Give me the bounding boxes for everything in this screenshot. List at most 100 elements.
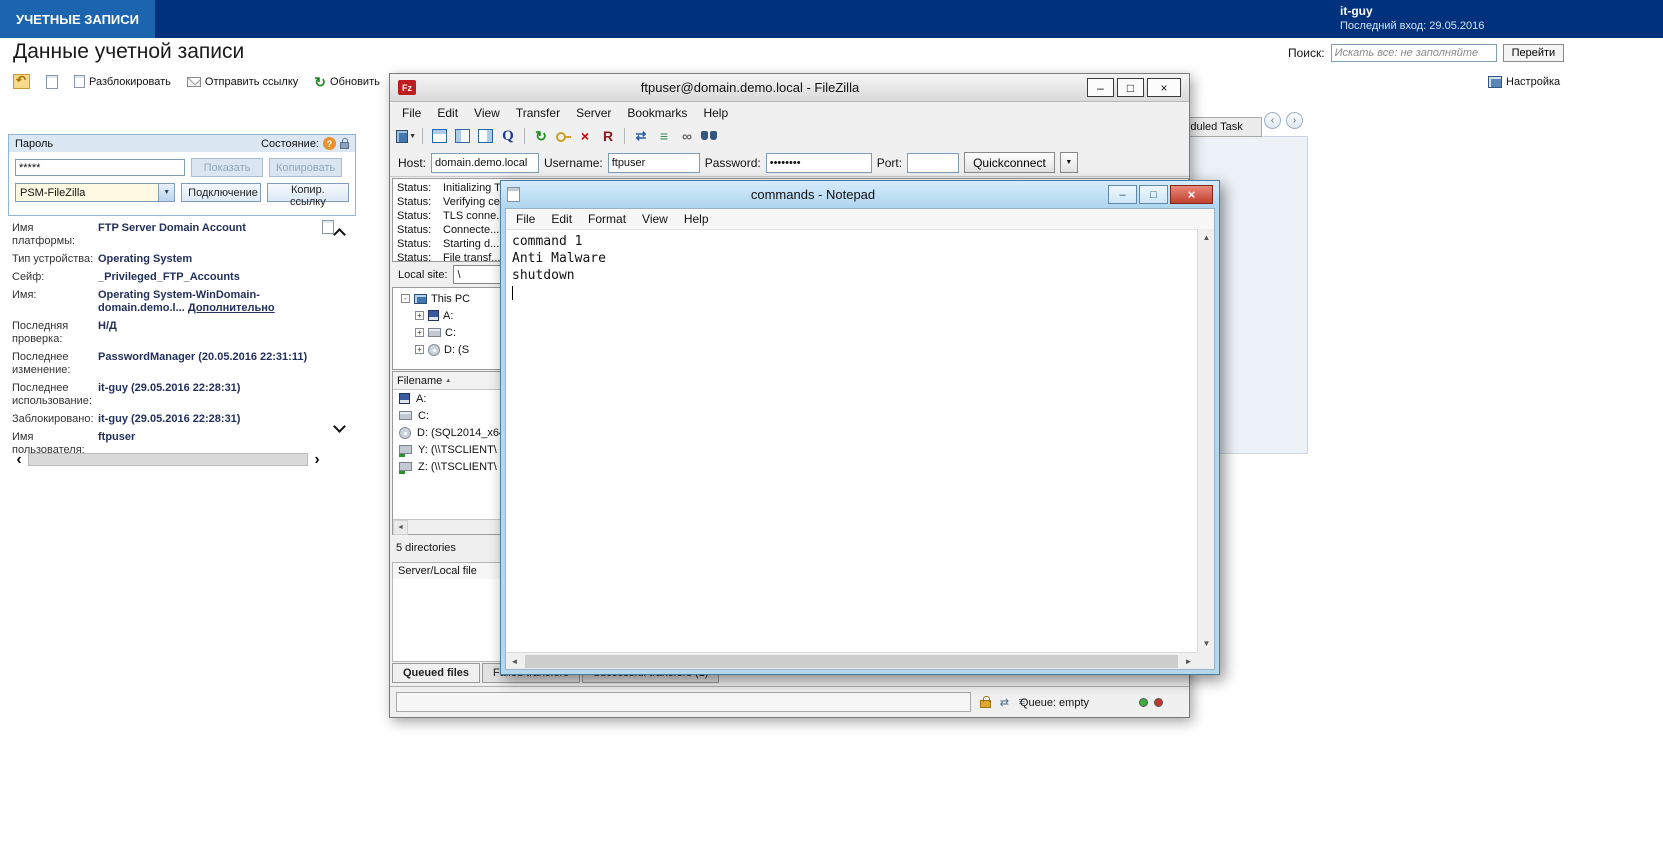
directory-comparison-icon[interactable]: ⇄	[631, 126, 651, 146]
close-button[interactable]: ×	[1170, 185, 1213, 204]
menu-file[interactable]: File	[508, 210, 543, 228]
menu-server[interactable]: Server	[568, 104, 619, 122]
expand-icon[interactable]: +	[415, 311, 424, 320]
connect-button[interactable]: Подключение	[181, 183, 261, 202]
host-label: Host:	[398, 155, 427, 170]
scroll-right-button[interactable]: ►	[1180, 653, 1197, 670]
local-tree-icon[interactable]	[452, 126, 472, 146]
notepad-titlebar[interactable]: commands - Notepad – □ ×	[501, 181, 1219, 208]
minimize-button[interactable]: –	[1087, 78, 1114, 97]
scroll-up-button[interactable]: ▲	[1198, 229, 1215, 246]
scrollbar-thumb[interactable]	[525, 654, 1178, 668]
accounts-nav-tab[interactable]: УЧЕТНЫЕ ЗАПИСИ	[0, 0, 156, 38]
synchronized-browsing-icon[interactable]: ≡	[654, 126, 674, 146]
transfer-queue-icon[interactable]: Q	[498, 126, 518, 146]
detail-row: Последнее изменение: PasswordManager (20.…	[12, 351, 308, 376]
menu-help[interactable]: Help	[695, 104, 736, 122]
copy-password-button[interactable]: Копировать	[269, 158, 343, 177]
horizontal-scrollbar[interactable]: ‹ ›	[12, 452, 324, 468]
menu-format[interactable]: Format	[580, 210, 634, 228]
detail-row: Заблокировано: it-guy (29.05.2016 22:28:3…	[12, 413, 241, 425]
menu-bookmarks[interactable]: Bookmarks	[619, 104, 695, 122]
scroll-right-button[interactable]: ›	[310, 452, 324, 468]
password-field[interactable]	[15, 159, 185, 176]
send-link-action[interactable]: Отправить ссылку	[186, 76, 298, 88]
last-login-text: Последний вход: 29.05.2016	[1340, 20, 1485, 32]
more-link[interactable]: Дополнительно	[188, 302, 275, 314]
minimize-button[interactable]: –	[1108, 185, 1137, 204]
search-input[interactable]	[1330, 44, 1497, 62]
state-label: Состояние:	[261, 137, 319, 150]
unlock-action[interactable]: Разблокировать	[74, 75, 171, 88]
search-go-button[interactable]: Перейти	[1502, 44, 1565, 62]
connection-component-select[interactable]: PSM-FileZilla ▼	[15, 183, 176, 202]
maximize-button[interactable]: □	[1139, 185, 1168, 204]
panel-prev-button[interactable]: ‹	[1264, 112, 1281, 129]
maximize-button[interactable]: □	[1117, 78, 1144, 97]
green-led-icon	[1139, 698, 1148, 707]
menu-view[interactable]: View	[466, 104, 508, 122]
scroll-down-button[interactable]	[333, 420, 346, 433]
scroll-down-button[interactable]: ▼	[1198, 635, 1215, 652]
menu-edit[interactable]: Edit	[543, 210, 580, 228]
document-icon[interactable]	[46, 74, 58, 89]
scroll-left-button[interactable]: ◄	[506, 653, 523, 670]
menu-file[interactable]: File	[394, 104, 429, 122]
quickconnect-dropdown[interactable]: ▼	[1059, 152, 1078, 173]
password-label: Password:	[704, 155, 761, 170]
collapse-icon[interactable]: -	[401, 294, 410, 303]
scroll-up-button[interactable]	[333, 228, 346, 241]
filezilla-titlebar[interactable]: Fz ftpuser@domain.demo.local - FileZilla…	[390, 74, 1189, 102]
restore-icon[interactable]	[13, 73, 30, 89]
refresh-action[interactable]: ↻ Обновить	[314, 75, 380, 89]
copy-link-button[interactable]: Копир. ссылку	[266, 183, 349, 208]
password-box: Пароль Состояние: ? Показать Копировать …	[8, 134, 356, 216]
tab-queued-files[interactable]: Queued files	[392, 663, 481, 683]
menu-help[interactable]: Help	[676, 210, 717, 228]
panel-next-button[interactable]: ›	[1286, 112, 1303, 129]
notepad-window-title: commands - Notepad	[750, 187, 876, 202]
key-icon[interactable]	[554, 128, 572, 144]
settings-link[interactable]: Настройка	[1488, 76, 1560, 88]
cancel-icon[interactable]: ×	[575, 126, 595, 146]
refresh-icon[interactable]: ↻	[531, 126, 551, 146]
show-password-button[interactable]: Показать	[191, 158, 263, 177]
notepad-text-area[interactable]: command 1 Anti Malware shutdown	[506, 229, 1197, 652]
speed-limits-icon[interactable]: ∞	[677, 126, 697, 146]
menu-edit[interactable]: Edit	[429, 104, 466, 122]
menu-view[interactable]: View	[634, 210, 676, 228]
account-file-icon[interactable]	[322, 220, 334, 234]
host-input[interactable]	[431, 152, 540, 173]
chevron-right-icon: ›	[1292, 115, 1297, 126]
username-input[interactable]	[607, 152, 700, 173]
app-header: УЧЕТНЫЕ ЗАПИСИ it-guy Последний вход: 29…	[0, 0, 1663, 38]
scroll-left-button[interactable]: ◄	[393, 519, 408, 535]
red-led-icon	[1154, 698, 1163, 707]
help-icon[interactable]: ?	[323, 137, 336, 150]
quickconnect-button[interactable]: Quickconnect	[964, 152, 1055, 173]
reconnect-icon[interactable]: R	[598, 126, 618, 146]
horizontal-scrollbar[interactable]: ◄ ►	[506, 652, 1197, 669]
scrollbar-track[interactable]	[28, 453, 308, 466]
notepad-menubar: File Edit Format View Help	[506, 209, 1214, 229]
scroll-left-button[interactable]: ‹	[12, 452, 26, 468]
envelope-icon	[186, 76, 201, 87]
port-input[interactable]	[907, 152, 960, 173]
expand-icon[interactable]: +	[415, 345, 424, 354]
network-drive-icon	[399, 462, 412, 474]
menu-transfer[interactable]: Transfer	[508, 104, 568, 122]
vertical-scrollbar[interactable]: ▲ ▼	[1197, 229, 1214, 652]
expand-icon[interactable]: +	[415, 328, 424, 337]
file-search-icon[interactable]	[700, 129, 718, 143]
computer-icon	[414, 293, 427, 304]
account-details-panel: Пароль Состояние: ? Показать Копировать …	[8, 134, 356, 478]
status-field	[396, 692, 971, 712]
message-log-icon[interactable]	[429, 126, 449, 146]
password-input[interactable]	[765, 152, 872, 173]
site-manager-icon[interactable]: ▼	[396, 126, 416, 146]
unlock-icon	[74, 75, 85, 88]
text-line: shutdown	[512, 268, 575, 283]
user-info: it-guy Последний вход: 29.05.2016	[1340, 4, 1484, 32]
remote-tree-icon[interactable]	[475, 126, 495, 146]
close-button[interactable]: ×	[1147, 78, 1181, 97]
